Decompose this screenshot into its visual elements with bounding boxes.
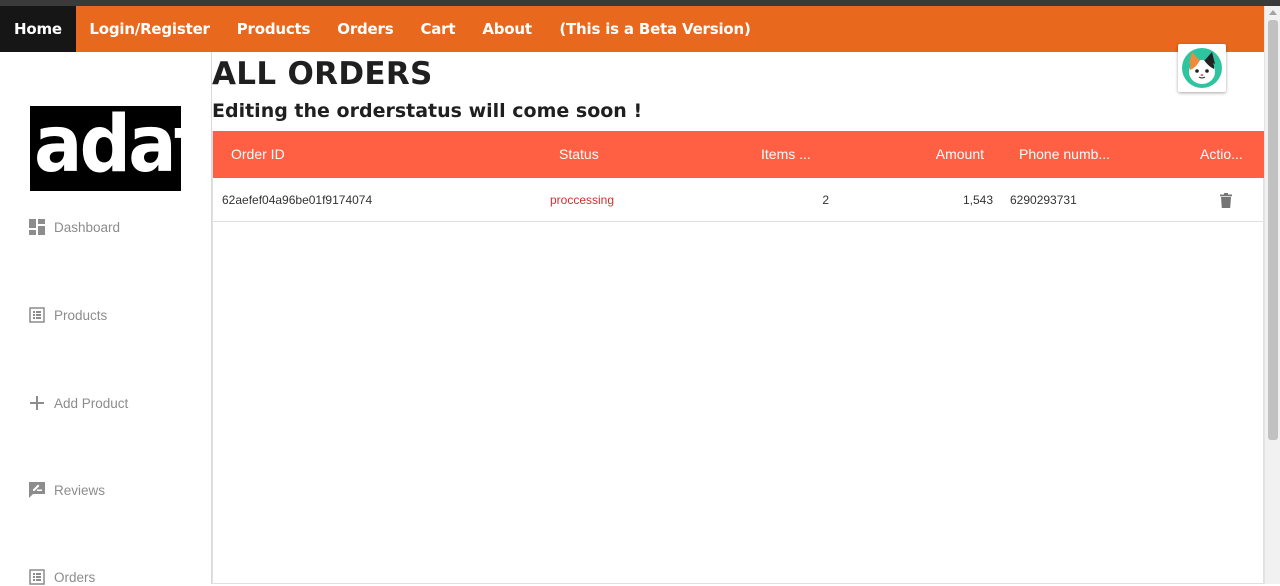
page-subtitle: Editing the orderstatus will come soon ! — [212, 100, 643, 122]
nav-beta-notice[interactable]: (This is a Beta Version) — [545, 6, 764, 52]
top-navbar: Home Login/Register Products Orders Cart… — [0, 6, 1280, 52]
sidebar-item-reviews[interactable]: Reviews — [28, 481, 105, 499]
sidebar-item-label: Products — [54, 307, 108, 323]
col-phone[interactable]: Phone numb... — [1019, 131, 1119, 178]
sidebar-item-orders[interactable]: Orders — [28, 568, 95, 586]
col-items[interactable]: Items ... — [761, 131, 821, 178]
sidebar-item-label: Orders — [54, 569, 96, 585]
page-scrollbar[interactable] — [1264, 6, 1280, 584]
cell-phone: 6290293731 — [1010, 193, 1077, 207]
cell-order-id: 62aefef04a96be01f9174074 — [222, 193, 373, 207]
col-status[interactable]: Status — [559, 131, 639, 178]
scroll-up-arrow-icon[interactable] — [1269, 10, 1277, 15]
sidebar-item-add-product[interactable]: Add Product — [28, 394, 128, 412]
sidebar-item-products[interactable]: Products — [28, 306, 107, 324]
cell-status: proccessing — [550, 193, 615, 207]
brand-logo-text: adat — [34, 106, 181, 190]
sidebar-item-label: Dashboard — [54, 219, 121, 235]
plus-icon — [28, 394, 46, 412]
sidebar-item-dashboard[interactable]: Dashboard — [28, 218, 120, 236]
table-row[interactable]: 62aefef04a96be01f9174074 proccessing 2 1… — [213, 178, 1263, 222]
delete-icon — [1220, 192, 1232, 208]
sidebar-item-label: Reviews — [54, 482, 106, 498]
orders-table: Order ID Status Items ... Amount Phone n… — [212, 131, 1265, 584]
dashboard-icon — [28, 218, 46, 236]
delete-button[interactable] — [1220, 178, 1236, 222]
list-icon — [28, 306, 46, 324]
col-order-id[interactable]: Order ID — [231, 131, 431, 178]
main-content: ALL ORDERS Editing the orderstatus will … — [212, 44, 1265, 584]
table-header: Order ID Status Items ... Amount Phone n… — [213, 131, 1265, 178]
sidebar: adat Dashboard Products Add Product Revi… — [0, 52, 212, 586]
cat-avatar-icon — [1182, 48, 1222, 88]
nav-login-register[interactable]: Login/Register — [76, 6, 223, 52]
avatar[interactable] — [1178, 44, 1226, 92]
nav-about[interactable]: About — [469, 6, 546, 52]
page-title: ALL ORDERS — [212, 56, 433, 92]
cell-items: 2 — [822, 193, 829, 207]
col-amount[interactable]: Amount — [903, 131, 984, 178]
nav-home[interactable]: Home — [0, 6, 76, 52]
scrollbar-thumb[interactable] — [1268, 20, 1278, 440]
col-actions[interactable]: Actio... — [1200, 131, 1246, 178]
list-icon — [28, 568, 46, 586]
sidebar-item-label: Add Product — [54, 395, 129, 411]
nav-cart[interactable]: Cart — [407, 6, 469, 52]
nav-products[interactable]: Products — [223, 6, 324, 52]
rate-review-icon — [28, 481, 46, 499]
cell-amount: 1,543 — [962, 193, 993, 207]
brand-logo[interactable]: adat — [30, 106, 181, 191]
nav-orders[interactable]: Orders — [324, 6, 407, 52]
